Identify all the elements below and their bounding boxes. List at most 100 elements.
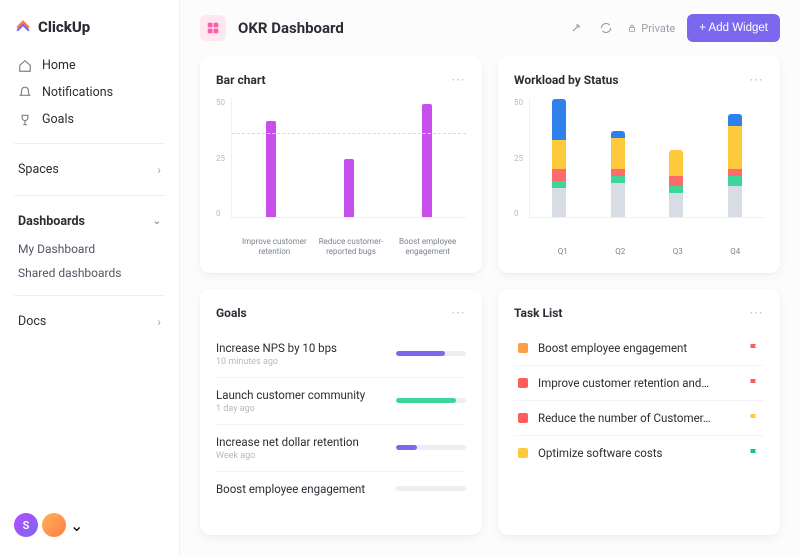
bar bbox=[422, 104, 432, 217]
task-row[interactable]: Improve customer retention and… bbox=[514, 366, 764, 401]
divider bbox=[14, 195, 165, 196]
x-axis-labels: Improve customer retention Reduce custome… bbox=[216, 237, 466, 256]
task-name: Reduce the number of Customer… bbox=[538, 411, 738, 425]
card-title: Workload by Status bbox=[514, 73, 619, 87]
dashboard-app-icon bbox=[200, 15, 226, 41]
goal-name: Launch customer community bbox=[216, 388, 386, 402]
section-label: Spaces bbox=[18, 162, 59, 177]
goal-row[interactable]: Increase NPS by 10 bps 10 minutes ago bbox=[216, 331, 466, 378]
nav-label: Goals bbox=[42, 112, 74, 127]
card-title: Bar chart bbox=[216, 73, 266, 87]
home-icon bbox=[18, 59, 32, 73]
goal-time: 1 day ago bbox=[216, 404, 386, 414]
bar bbox=[266, 121, 276, 217]
flag-icon[interactable] bbox=[748, 447, 760, 459]
workspace-avatars[interactable]: S ⌄ bbox=[14, 513, 165, 537]
y-axis: 50 25 0 bbox=[216, 98, 231, 218]
card-goals: Goals ⋯ Increase NPS by 10 bps 10 minutes… bbox=[200, 289, 482, 535]
goal-row[interactable]: Boost employee engagement bbox=[216, 472, 466, 506]
bar-plot bbox=[231, 98, 466, 218]
divider bbox=[14, 295, 165, 296]
task-name: Optimize software costs bbox=[538, 446, 738, 460]
card-menu-icon[interactable]: ⋯ bbox=[749, 72, 764, 88]
task-row[interactable]: Reduce the number of Customer… bbox=[514, 401, 764, 436]
y-axis: 50 25 0 bbox=[514, 98, 529, 218]
stacked-bar bbox=[552, 99, 566, 217]
task-name: Boost employee engagement bbox=[538, 341, 738, 355]
x-tick-label: Q2 bbox=[592, 247, 650, 257]
lock-icon bbox=[627, 23, 637, 33]
section-docs[interactable]: Docs › bbox=[14, 306, 165, 337]
flag-icon[interactable] bbox=[748, 412, 760, 424]
card-workload: Workload by Status ⋯ 50 25 0 Q1Q2Q3Q4 bbox=[498, 56, 780, 273]
flag-icon[interactable] bbox=[748, 342, 760, 354]
main: OKR Dashboard Private + Add Widget Bar c… bbox=[180, 0, 800, 555]
privacy-indicator[interactable]: Private bbox=[627, 22, 675, 35]
stacked-bar bbox=[728, 114, 742, 217]
goal-time: 10 minutes ago bbox=[216, 357, 386, 367]
chevron-down-icon: ⌄ bbox=[70, 516, 83, 535]
card-bar-chart: Bar chart ⋯ 50 25 0 Improve customer ret… bbox=[200, 56, 482, 273]
flag-icon[interactable] bbox=[748, 377, 760, 389]
x-tick-label: Boost employee engagement bbox=[393, 237, 462, 256]
stacked-bar bbox=[669, 150, 683, 217]
add-widget-button[interactable]: + Add Widget bbox=[687, 14, 780, 42]
bell-icon bbox=[18, 86, 32, 100]
x-tick-label: Improve customer retention bbox=[240, 237, 309, 256]
task-row[interactable]: Optimize software costs bbox=[514, 436, 764, 470]
status-square-icon bbox=[518, 413, 528, 423]
progress-bar bbox=[396, 486, 466, 491]
card-task-list: Task List ⋯ Boost employee engagement Imp… bbox=[498, 289, 780, 535]
nav-home[interactable]: Home bbox=[14, 52, 165, 79]
goal-row[interactable]: Launch customer community 1 day ago bbox=[216, 378, 466, 425]
chevron-right-icon: › bbox=[157, 315, 161, 329]
privacy-label: Private bbox=[641, 22, 675, 35]
goal-time: Week ago bbox=[216, 451, 386, 461]
trophy-icon bbox=[18, 113, 32, 127]
x-tick-label: Q1 bbox=[534, 247, 592, 257]
nav-goals[interactable]: Goals bbox=[14, 106, 165, 133]
status-square-icon bbox=[518, 343, 528, 353]
expand-icon[interactable] bbox=[567, 19, 585, 37]
sidebar-item-shared-dashboards[interactable]: Shared dashboards bbox=[14, 261, 165, 285]
section-spaces[interactable]: Spaces › bbox=[14, 154, 165, 185]
refresh-icon[interactable] bbox=[597, 19, 615, 37]
card-title: Goals bbox=[216, 306, 247, 320]
x-tick-label: Q3 bbox=[649, 247, 707, 257]
nav-notifications[interactable]: Notifications bbox=[14, 79, 165, 106]
task-row[interactable]: Boost employee engagement bbox=[514, 331, 764, 366]
goal-name: Boost employee engagement bbox=[216, 482, 386, 496]
sidebar-item-my-dashboard[interactable]: My Dashboard bbox=[14, 237, 165, 261]
card-title: Task List bbox=[514, 306, 562, 320]
section-label: Dashboards bbox=[18, 214, 85, 229]
brand-logo[interactable]: ClickUp bbox=[14, 18, 165, 36]
x-axis-labels: Q1Q2Q3Q4 bbox=[514, 247, 764, 257]
status-square-icon bbox=[518, 448, 528, 458]
goal-name: Increase net dollar retention bbox=[216, 435, 386, 449]
card-menu-icon[interactable]: ⋯ bbox=[451, 305, 466, 321]
page-title: OKR Dashboard bbox=[238, 19, 344, 37]
avatar: S bbox=[14, 513, 38, 537]
section-label: Docs bbox=[18, 314, 46, 329]
progress-bar bbox=[396, 351, 466, 356]
goal-row[interactable]: Increase net dollar retention Week ago bbox=[216, 425, 466, 472]
nav-label: Home bbox=[42, 58, 76, 73]
progress-bar bbox=[396, 445, 466, 450]
brand-name: ClickUp bbox=[38, 18, 90, 36]
section-dashboards[interactable]: Dashboards ⌄ bbox=[14, 206, 165, 237]
chevron-down-icon: ⌄ bbox=[153, 216, 161, 227]
task-name: Improve customer retention and… bbox=[538, 376, 738, 390]
avatar bbox=[42, 513, 66, 537]
bar bbox=[344, 159, 354, 217]
card-menu-icon[interactable]: ⋯ bbox=[749, 305, 764, 321]
topbar: OKR Dashboard Private + Add Widget bbox=[180, 0, 800, 56]
stacked-bar-plot bbox=[529, 98, 764, 218]
goal-name: Increase NPS by 10 bps bbox=[216, 341, 386, 355]
card-menu-icon[interactable]: ⋯ bbox=[451, 72, 466, 88]
chevron-right-icon: › bbox=[157, 163, 161, 177]
progress-bar bbox=[396, 398, 466, 403]
goals-list: Increase NPS by 10 bps 10 minutes ago Laun… bbox=[216, 331, 466, 506]
task-list: Boost employee engagement Improve custome… bbox=[514, 331, 764, 470]
x-tick-label: Reduce customer-reported bugs bbox=[316, 237, 385, 256]
x-tick-label: Q4 bbox=[707, 247, 765, 257]
